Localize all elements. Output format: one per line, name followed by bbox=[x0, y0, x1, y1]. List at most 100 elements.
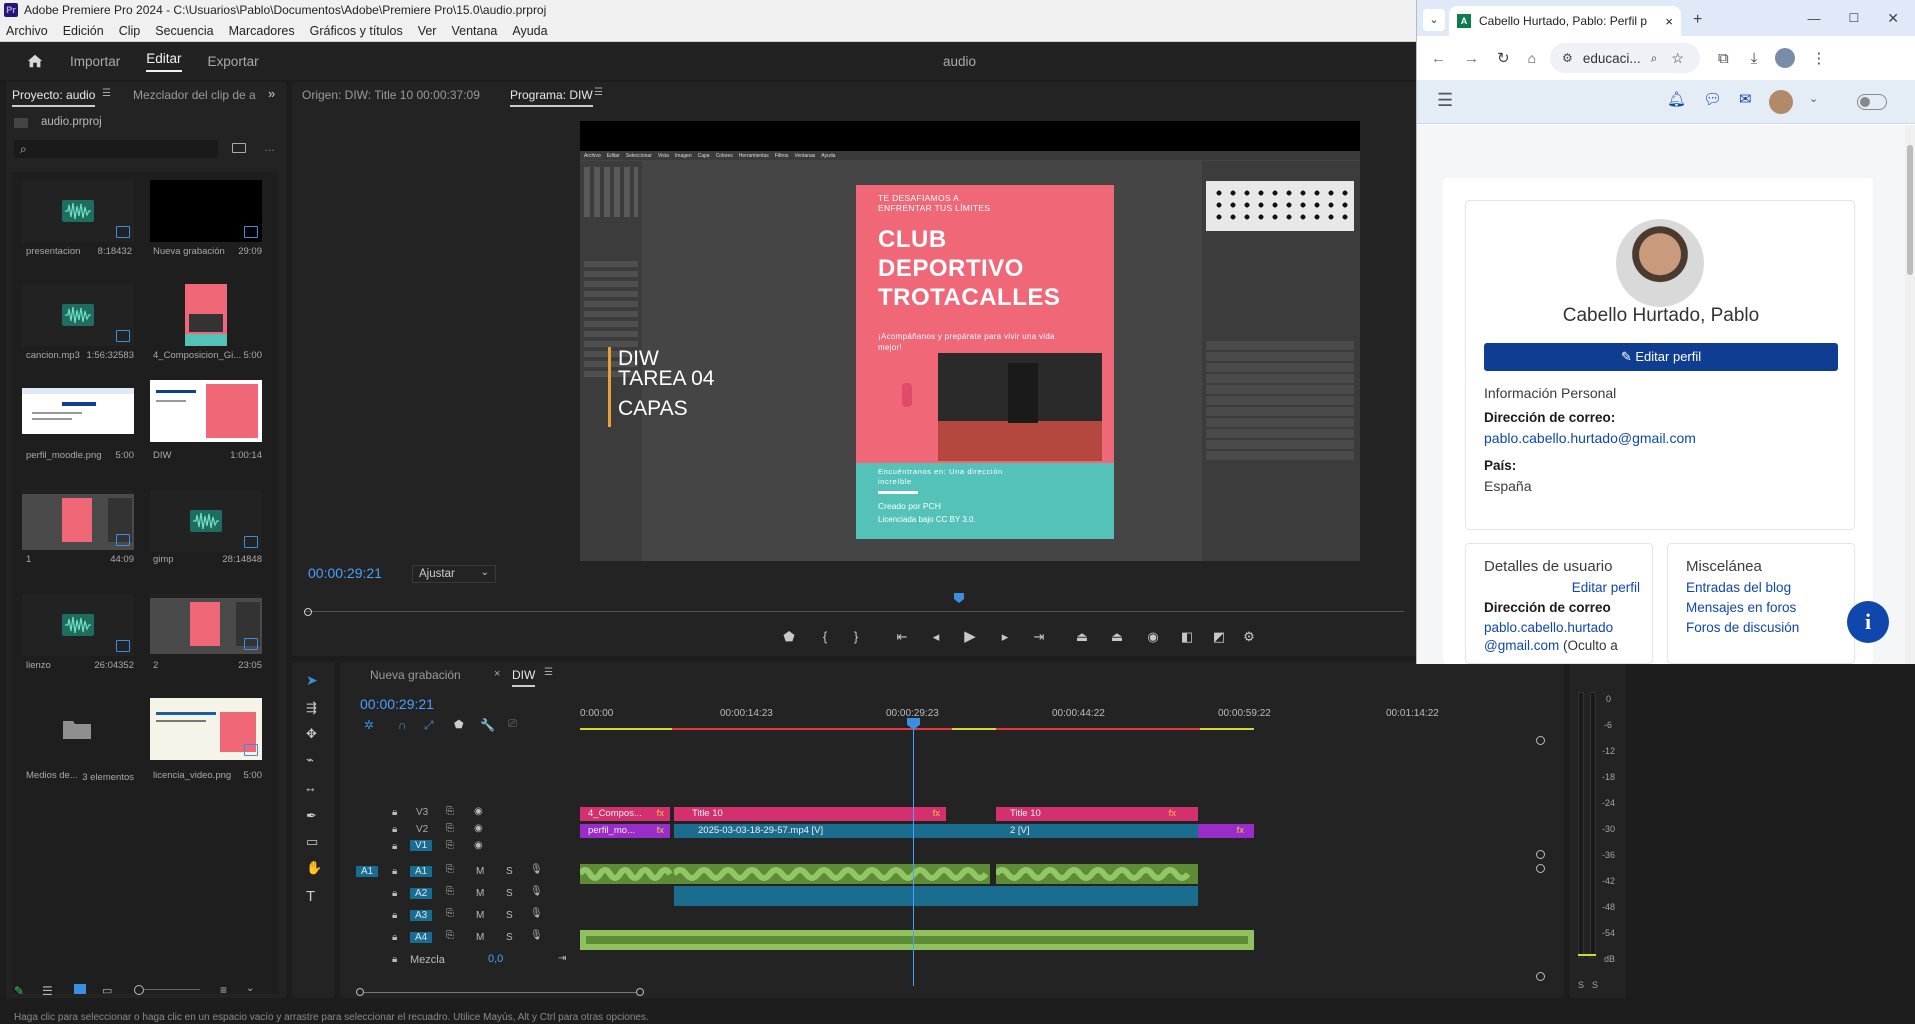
track-select-icon[interactable]: ⇶ bbox=[306, 700, 317, 716]
freeform-view-icon[interactable]: ▭ bbox=[102, 984, 112, 997]
sync-lock-icon[interactable]: ⎘ bbox=[446, 840, 454, 851]
type-tool-icon[interactable]: T bbox=[306, 888, 315, 905]
solo-button[interactable]: S bbox=[506, 910, 513, 921]
meter-solo-left[interactable]: S bbox=[1578, 980, 1584, 990]
go-to-out-icon[interactable]: ⇥ bbox=[1032, 630, 1046, 644]
video-scroll-handle[interactable] bbox=[1536, 850, 1545, 859]
menu-edicion[interactable]: Edición bbox=[63, 24, 104, 38]
timeline-timecode[interactable]: 00:00:29:21 bbox=[360, 696, 434, 712]
sort-icon[interactable]: ≡ bbox=[220, 983, 227, 997]
mute-button[interactable]: M bbox=[476, 910, 484, 921]
workspace-tab-importar[interactable]: Importar bbox=[70, 54, 120, 69]
audio-scroll-handle[interactable] bbox=[1536, 972, 1545, 981]
comparison-view-icon[interactable]: ◧ bbox=[1180, 630, 1194, 644]
program-timecode[interactable]: 00:00:29:21 bbox=[308, 565, 382, 581]
lock-icon[interactable]: 🔒︎ bbox=[392, 954, 397, 965]
menu-marcadores[interactable]: Marcadores bbox=[229, 24, 295, 38]
tab-proyecto[interactable]: Proyecto: audio bbox=[12, 88, 96, 107]
clip-v3-composicion[interactable]: 4_Compos... fx bbox=[580, 807, 670, 821]
edit-mode-toggle[interactable] bbox=[1857, 94, 1887, 110]
workspace-tab-editar[interactable]: Editar bbox=[146, 51, 182, 72]
browser-tab[interactable]: A Cabello Hurtado, Pablo: Perfil p × bbox=[1449, 6, 1681, 36]
new-bin-icon[interactable] bbox=[232, 143, 246, 153]
clip-v2-2[interactable]: 2 [V] bbox=[996, 824, 1198, 838]
sync-lock-icon[interactable]: ⎘ bbox=[446, 908, 454, 919]
zoom-icon[interactable]: ⌕ bbox=[1651, 51, 1658, 66]
meter-solo-right[interactable]: S bbox=[1592, 980, 1598, 990]
close-window-icon[interactable]: ✕ bbox=[1887, 10, 1899, 27]
tab-menu-icon[interactable]: ☰ bbox=[544, 667, 553, 678]
lock-icon[interactable]: 🔒︎ bbox=[392, 932, 397, 943]
site-info-icon[interactable]: ⚙ bbox=[1562, 51, 1573, 65]
timeline-zoom-handle[interactable] bbox=[356, 988, 364, 996]
audio-scroll-handle[interactable] bbox=[1536, 864, 1545, 873]
page-scrollbar[interactable] bbox=[1905, 125, 1915, 664]
tab-search-icon[interactable]: ⌄ bbox=[1423, 9, 1445, 31]
audio-clip-a1-3[interactable] bbox=[993, 864, 1198, 884]
timeline-scrollbar[interactable] bbox=[364, 992, 636, 993]
lock-icon[interactable]: 🔒︎ bbox=[392, 866, 397, 877]
track-label[interactable]: A3 bbox=[410, 910, 433, 921]
sync-lock-icon[interactable]: ⎘ bbox=[446, 806, 454, 817]
sync-lock-icon[interactable]: ⎘ bbox=[446, 823, 454, 834]
program-zoom-handle[interactable] bbox=[304, 608, 312, 616]
button-editor-icon[interactable]: ⚙ bbox=[1242, 630, 1256, 644]
download-icon[interactable]: ⤓ bbox=[1751, 50, 1758, 67]
go-to-in-icon[interactable]: ⇤ bbox=[895, 630, 909, 644]
microphone-icon[interactable]: 🎙︎ bbox=[530, 908, 543, 919]
more-panels-icon[interactable]: » bbox=[268, 86, 275, 101]
clip-thumb-diw[interactable] bbox=[150, 380, 262, 442]
track-label[interactable]: A1 bbox=[410, 866, 433, 877]
microphone-icon[interactable]: 🎙︎ bbox=[530, 930, 543, 941]
audio-clip-a1-1[interactable] bbox=[577, 864, 674, 884]
scrollbar-thumb[interactable] bbox=[1907, 145, 1913, 275]
zoom-slider-handle[interactable] bbox=[134, 985, 144, 995]
pen-tool-icon[interactable]: ✒ bbox=[306, 808, 317, 824]
fit-dropdown[interactable]: Ajustar ⌄ bbox=[412, 565, 496, 583]
hamburger-icon[interactable]: ☰ bbox=[1437, 90, 1453, 111]
details-email-link[interactable]: pablo.cabello.hurtado bbox=[1484, 620, 1613, 635]
rectangle-tool-icon[interactable]: ▭ bbox=[306, 834, 318, 850]
list-view-icon[interactable]: ☰ bbox=[42, 984, 53, 998]
clip-thumb-presentacion[interactable] bbox=[22, 180, 134, 242]
new-tab-icon[interactable]: + bbox=[1693, 11, 1702, 29]
audio-clip-a4[interactable] bbox=[580, 930, 1254, 950]
clip-thumb-licencia[interactable] bbox=[150, 698, 262, 760]
track-label[interactable]: A2 bbox=[410, 888, 433, 899]
close-icon[interactable]: × bbox=[1665, 14, 1673, 29]
tab-menu-icon[interactable]: ☰ bbox=[102, 88, 111, 99]
mark-in-icon[interactable]: { bbox=[818, 630, 832, 644]
step-back-icon[interactable]: ◂ bbox=[929, 630, 943, 644]
mark-out-icon[interactable]: } bbox=[849, 630, 863, 644]
eye-icon[interactable]: ◉ bbox=[474, 806, 483, 817]
bookmark-star-icon[interactable]: ☆ bbox=[1671, 50, 1684, 67]
clip-thumb-lienzo[interactable] bbox=[22, 594, 134, 656]
chevron-down-icon[interactable]: ⌄ bbox=[1809, 92, 1818, 105]
lock-icon[interactable]: 🔒︎ bbox=[392, 824, 397, 835]
mail-icon[interactable]: ✉ bbox=[1739, 90, 1752, 108]
email-link[interactable]: pablo.cabello.hurtado@gmail.com bbox=[1484, 430, 1696, 446]
source-patch-a1[interactable]: A1 bbox=[356, 866, 379, 877]
menu-graficos[interactable]: Gráficos y títulos bbox=[310, 24, 403, 38]
extensions-icon[interactable]: ⧉ bbox=[1718, 50, 1729, 67]
extract-icon[interactable]: ⏏ bbox=[1110, 630, 1124, 644]
forum-discussions-link[interactable]: Foros de discusión bbox=[1686, 620, 1799, 635]
edit-profile-link[interactable]: Editar perfil bbox=[1572, 580, 1640, 595]
clip-v3-title10[interactable]: Title 10 fx bbox=[674, 807, 946, 821]
timeline-playhead-line[interactable] bbox=[913, 724, 914, 986]
selection-tool-icon[interactable]: ➤ bbox=[306, 672, 318, 689]
messages-icon[interactable]: 💬︎ bbox=[1703, 90, 1722, 108]
clip-v2-licencia[interactable]: fx bbox=[1198, 824, 1254, 838]
clip-v3-title10-b[interactable]: Title 10 fx bbox=[996, 807, 1198, 821]
program-scrubber-track[interactable] bbox=[304, 611, 1404, 612]
lift-icon[interactable]: ⏏ bbox=[1075, 630, 1089, 644]
track-label[interactable]: V2 bbox=[416, 824, 428, 835]
bell-icon[interactable]: 🔔︎ bbox=[1667, 90, 1686, 108]
hand-tool-icon[interactable]: ✋ bbox=[306, 860, 322, 876]
razor-tool-icon[interactable]: ⌁ bbox=[306, 752, 314, 768]
menu-ventana[interactable]: Ventana bbox=[451, 24, 497, 38]
details-email-link[interactable]: @gmail.com bbox=[1484, 638, 1559, 653]
maximize-icon[interactable]: ☐ bbox=[1849, 11, 1860, 25]
proxy-toggle-icon[interactable]: ◩ bbox=[1212, 630, 1226, 644]
lock-icon[interactable]: 🔒︎ bbox=[392, 888, 397, 899]
